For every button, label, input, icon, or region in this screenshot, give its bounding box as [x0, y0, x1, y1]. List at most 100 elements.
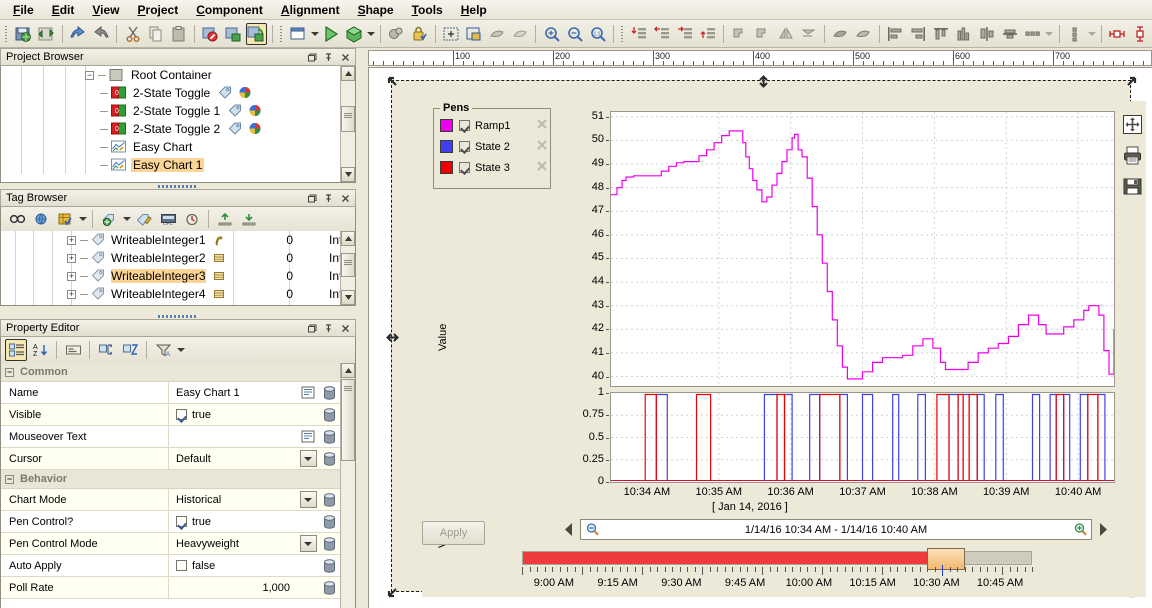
- zoom-reset-icon[interactable]: 1:1: [587, 23, 608, 45]
- edit-tag-icon[interactable]: [133, 208, 155, 230]
- undo-icon[interactable]: [67, 23, 88, 45]
- tag-table-icon[interactable]: [54, 208, 76, 230]
- visible-checkbox[interactable]: [176, 409, 187, 420]
- binding-icon[interactable]: [318, 382, 340, 403]
- binding-icon[interactable]: [318, 489, 340, 510]
- preview-mode-icon[interactable]: [245, 22, 267, 45]
- expander-icon[interactable]: +: [67, 235, 76, 245]
- spacing-caret-icon[interactable]: [1044, 23, 1054, 45]
- tree-item-2-state-toggle[interactable]: 0 2-State Toggle: [1, 84, 355, 102]
- property-row-visible[interactable]: Visible true: [1, 404, 340, 426]
- shape-a-icon[interactable]: [830, 23, 851, 45]
- align-left2-icon[interactable]: [885, 23, 906, 45]
- shape-union-icon[interactable]: [487, 23, 508, 45]
- pen-enabled-checkbox[interactable]: [459, 162, 470, 173]
- property-editor-scrollbar[interactable]: [340, 363, 355, 608]
- save-icon[interactable]: [13, 23, 34, 45]
- paste-icon[interactable]: [168, 23, 189, 45]
- tree-item-easy-chart-1[interactable]: Easy Chart 1: [1, 156, 355, 174]
- binding-icon[interactable]: [318, 511, 340, 532]
- expander-icon[interactable]: +: [67, 271, 76, 281]
- property-row-pen-control[interactable]: Pen Control? true: [1, 511, 340, 533]
- shape-subtract-icon[interactable]: [509, 23, 530, 45]
- pens-box[interactable]: Pens Ramp1 State 2 State 3: [433, 102, 551, 189]
- property-group-common[interactable]: − Common: [1, 363, 340, 382]
- toolbar-grip-2[interactable]: [278, 24, 285, 43]
- preview-run-icon[interactable]: [321, 23, 342, 45]
- align-left-icon[interactable]: [652, 23, 673, 45]
- pen-color-swatch[interactable]: [440, 140, 453, 153]
- resize-handle-sw[interactable]: [387, 587, 397, 598]
- description-icon[interactable]: [62, 339, 84, 361]
- property-value[interactable]: 1,000: [169, 577, 298, 598]
- align-center-v-icon[interactable]: [999, 23, 1020, 45]
- selection-box-icon[interactable]: [464, 23, 485, 45]
- pen-control-mode-dropdown-button[interactable]: [298, 533, 318, 554]
- binding-icon[interactable]: [318, 533, 340, 554]
- align-right-icon[interactable]: [675, 23, 696, 45]
- lock-icon[interactable]: [409, 23, 430, 45]
- collapse-icon[interactable]: −: [5, 474, 14, 484]
- property-value[interactable]: Historical: [169, 489, 298, 510]
- zoom-out-icon[interactable]: [581, 522, 603, 537]
- property-value[interactable]: Default: [169, 448, 298, 469]
- opc-icon[interactable]: OPC: [157, 208, 179, 230]
- property-row-mouseover-text[interactable]: Mouseover Text: [1, 426, 340, 448]
- tag-table-caret-icon[interactable]: [77, 208, 88, 230]
- dots-icon[interactable]: [1065, 23, 1086, 45]
- binding-icon[interactable]: [318, 404, 340, 425]
- property-value[interactable]: false: [169, 555, 298, 576]
- tree-item-root-container[interactable]: − Root Container: [1, 66, 355, 84]
- maximize-icon[interactable]: [304, 191, 319, 205]
- close-icon[interactable]: [338, 321, 353, 335]
- menu-component[interactable]: Component: [187, 1, 272, 19]
- property-value[interactable]: Easy Chart 1: [169, 382, 298, 403]
- selection-rectangle[interactable]: Pens Ramp1 State 2 State 3 Value 40 41 4…: [386, 75, 1146, 598]
- menu-alignment[interactable]: Alignment: [272, 1, 349, 19]
- pen-control-checkbox[interactable]: [176, 516, 187, 527]
- fullscreen-icon[interactable]: [1122, 114, 1144, 136]
- scroll-down-icon[interactable]: [341, 167, 355, 182]
- tag-row[interactable]: + WriteableInteger4 0 Int4: [1, 285, 355, 303]
- height-icon[interactable]: [1130, 23, 1151, 45]
- order-front-icon[interactable]: [729, 23, 750, 45]
- add-property-icon[interactable]: [95, 339, 117, 361]
- triangle-right-icon[interactable]: [1096, 521, 1110, 539]
- tag-row[interactable]: + WriteableInteger1 0 Int4: [1, 231, 355, 249]
- align-right2-icon[interactable]: [908, 23, 929, 45]
- disable-window-icon[interactable]: [200, 23, 221, 45]
- scroll-up-icon[interactable]: [341, 66, 355, 81]
- width-icon[interactable]: [1107, 23, 1128, 45]
- align-top-icon[interactable]: [629, 23, 650, 45]
- find-icon[interactable]: [6, 208, 28, 230]
- alphabetical-icon[interactable]: AZ: [29, 339, 51, 361]
- tree-item-easy-chart[interactable]: Easy Chart: [1, 138, 355, 156]
- scroll-up-icon[interactable]: [341, 363, 355, 378]
- filter-caret-icon[interactable]: [175, 339, 186, 361]
- resize-handle-ne[interactable]: [1126, 76, 1137, 86]
- binding-icon[interactable]: [318, 426, 340, 447]
- property-row-pen-control-mode[interactable]: Pen Control Mode Heavyweight: [1, 533, 340, 555]
- toolbar-grip[interactable]: [4, 24, 10, 43]
- menu-tools[interactable]: Tools: [403, 1, 452, 19]
- align-middle-icon[interactable]: [977, 23, 998, 45]
- resize-handle-n[interactable]: [757, 75, 770, 88]
- scroll-up-icon[interactable]: [341, 231, 355, 246]
- pen-remove-icon[interactable]: [536, 160, 550, 175]
- maximize-icon[interactable]: [304, 321, 319, 335]
- menu-view[interactable]: View: [83, 1, 128, 19]
- filter-icon[interactable]: A: [152, 339, 174, 361]
- expander-icon[interactable]: +: [67, 289, 76, 299]
- pen-row-ramp1[interactable]: Ramp1: [434, 115, 550, 136]
- text-editor-icon[interactable]: [298, 426, 318, 447]
- copy-icon[interactable]: [145, 23, 166, 45]
- redo-icon[interactable]: [90, 23, 111, 45]
- zoom-out-icon[interactable]: [564, 23, 585, 45]
- align-bottom-icon[interactable]: [698, 23, 719, 45]
- pen-row-state-3[interactable]: State 3: [434, 157, 550, 178]
- expander-icon[interactable]: −: [85, 70, 94, 80]
- property-row-name[interactable]: Name Easy Chart 1: [1, 382, 340, 404]
- property-value[interactable]: true: [169, 404, 298, 425]
- menu-shape[interactable]: Shape: [349, 1, 403, 19]
- property-editor-table[interactable]: − Common Name Easy Chart 1 Visible true …: [0, 363, 356, 608]
